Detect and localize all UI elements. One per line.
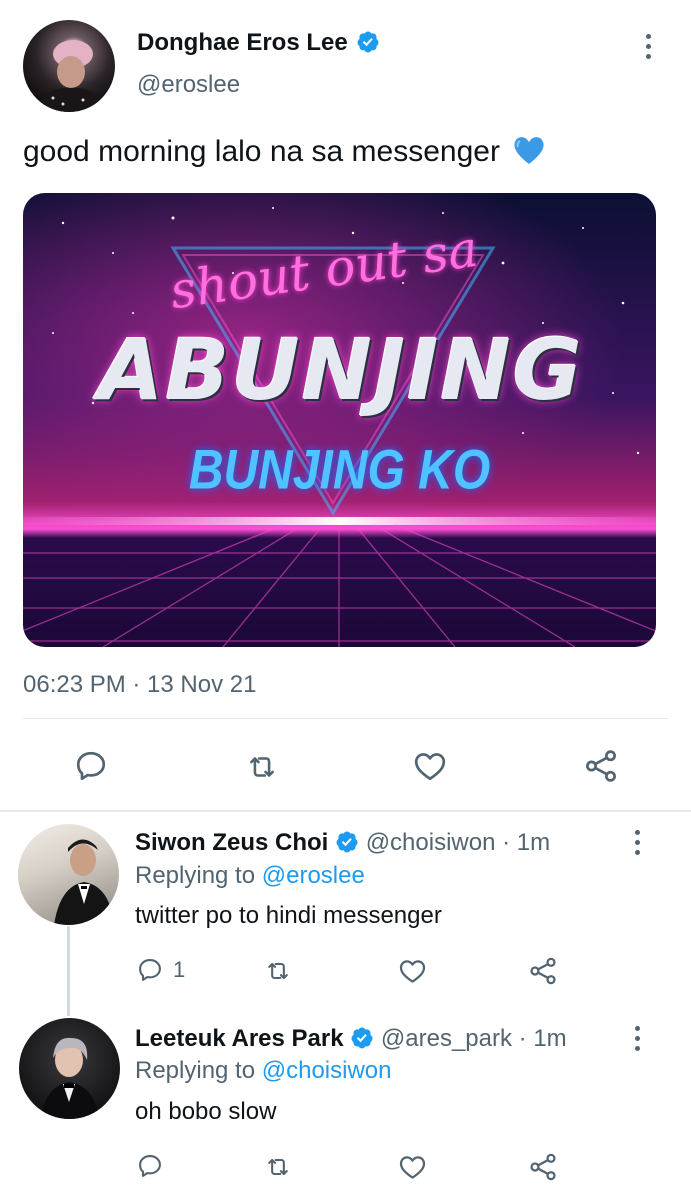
- verified-badge-icon: [336, 831, 358, 853]
- replying-to-prefix: Replying to: [135, 862, 256, 889]
- reply-2-replying-to: Replying to @choisiwon: [135, 1057, 392, 1085]
- reply-icon: [76, 751, 106, 781]
- like-icon: [399, 1156, 426, 1179]
- tweet-text: good morning lalo na sa messenger: [23, 134, 546, 169]
- share-button[interactable]: [582, 747, 620, 785]
- reply-1-reply-button[interactable]: 1: [135, 956, 185, 984]
- share-icon: [530, 957, 556, 985]
- reply-2-avatar-image: [41, 1037, 99, 1119]
- reply-1-more-options-icon[interactable]: [635, 830, 640, 855]
- reply-2-like-button[interactable]: [397, 1152, 428, 1182]
- replying-to-handle-link[interactable]: @choisiwon: [262, 1057, 392, 1084]
- main-author-name-text[interactable]: Donghae Eros Lee: [137, 29, 348, 56]
- reply-icon: [139, 1155, 161, 1177]
- reply-1-text: twitter po to hindi messenger: [135, 902, 442, 929]
- timestamp-divider: [23, 718, 668, 719]
- reply-icon: [139, 959, 161, 981]
- verified-badge-icon: [351, 1027, 373, 1049]
- like-icon: [399, 960, 426, 983]
- like-button[interactable]: [411, 748, 449, 784]
- reply-1-reply-count: 1: [173, 957, 186, 982]
- share-icon: [530, 1153, 556, 1181]
- reply-1-like-button[interactable]: [397, 956, 428, 986]
- tweet-media-image[interactable]: shout out sa ABUNJING BUNJING KO: [23, 193, 656, 647]
- reply-2-author-name[interactable]: Leeteuk Ares Park: [135, 1025, 344, 1052]
- reply-1-author-name[interactable]: Siwon Zeus Choi: [135, 829, 328, 856]
- retweet-icon: [268, 1158, 288, 1176]
- reply-button[interactable]: [72, 748, 110, 784]
- reply-2-reply-button[interactable]: [135, 1152, 165, 1180]
- retweet-icon: [268, 962, 288, 980]
- reply-2-share-button[interactable]: [527, 1151, 559, 1183]
- reply-1-header: Siwon Zeus Choi @choisiwon · 1m: [135, 829, 550, 857]
- reply-2-more-options-icon[interactable]: [635, 1026, 640, 1051]
- reply-1-time: · 1m: [502, 829, 551, 856]
- reply-2-retweet-button[interactable]: [262, 1153, 294, 1181]
- reply-1-retweet-button[interactable]: [262, 957, 294, 985]
- verified-badge-icon: [357, 31, 379, 53]
- main-author-handle[interactable]: @eroslee: [137, 71, 240, 99]
- avatar-portrait-image: [37, 40, 107, 112]
- tweet-text-body: good morning lalo na sa messenger: [23, 135, 500, 168]
- reply-2-avatar[interactable]: [19, 1018, 120, 1119]
- reply-2-time: · 1m: [518, 1025, 567, 1052]
- like-icon: [414, 753, 446, 781]
- main-author-name[interactable]: Donghae Eros Lee: [137, 29, 380, 57]
- reply-2-text: oh bobo slow: [135, 1098, 277, 1125]
- reply-2-header: Leeteuk Ares Park @ares_park · 1m: [135, 1025, 567, 1053]
- reply-1-replying-to: Replying to @eroslee: [135, 862, 365, 890]
- retweet-button[interactable]: [242, 750, 282, 784]
- reply-1-handle[interactable]: @choisiwon: [366, 829, 496, 856]
- media-subline-text: BUNJING KO: [188, 440, 491, 501]
- replying-to-prefix: Replying to: [135, 1057, 256, 1084]
- thread-connector-line: [67, 926, 70, 1016]
- thread-divider: [0, 810, 691, 812]
- reply-1-avatar-image: [54, 839, 114, 925]
- reply-1-avatar[interactable]: [18, 824, 119, 925]
- replying-to-handle-link[interactable]: @eroslee: [262, 862, 365, 889]
- media-headline-text: ABUNJING: [98, 321, 584, 419]
- main-author-avatar[interactable]: [23, 20, 115, 112]
- share-icon: [586, 750, 616, 782]
- blue-heart-emoji-icon: [514, 137, 544, 164]
- tweet-timestamp[interactable]: 06:23 PM · 13 Nov 21: [23, 671, 256, 699]
- more-options-icon[interactable]: [646, 34, 651, 59]
- reply-1-share-button[interactable]: [527, 955, 559, 987]
- reply-2-handle[interactable]: @ares_park: [381, 1025, 512, 1052]
- retweet-icon: [250, 757, 274, 777]
